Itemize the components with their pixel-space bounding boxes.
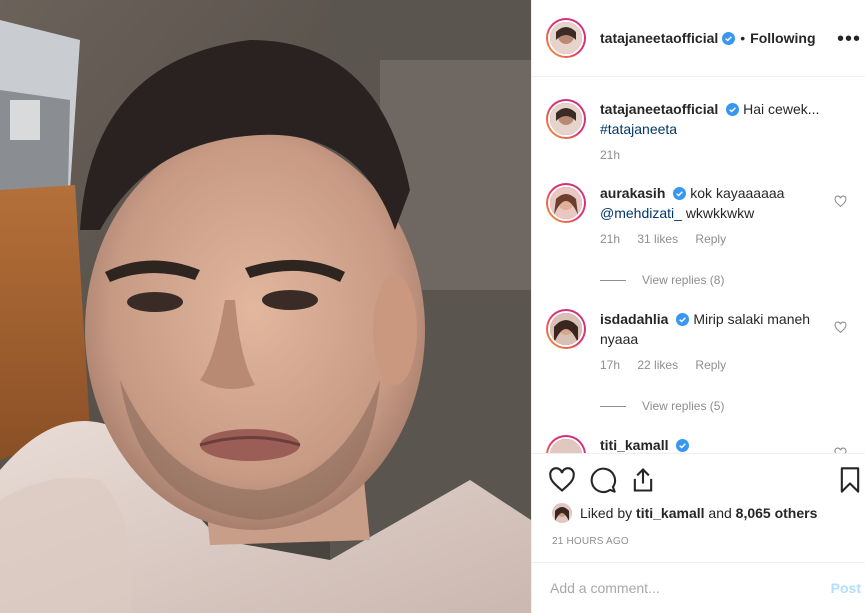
liked-by-and: and <box>708 505 732 521</box>
comment-item: isdadahlia Mirip salaki maneh nyaaa 17h … <box>546 309 851 375</box>
caption: tatajaneetaofficial Hai cewek... #tataja… <box>546 99 851 165</box>
reply-button[interactable]: Reply <box>695 232 726 246</box>
share-icon[interactable] <box>629 466 657 494</box>
liked-by-user[interactable]: titi_kamall <box>636 505 704 521</box>
comment-time[interactable]: 21h <box>600 232 620 246</box>
view-replies-2[interactable]: View replies (5) <box>600 399 724 413</box>
comment-mention[interactable]: @mehdizati_ <box>600 205 682 221</box>
author-avatar[interactable] <box>546 18 586 58</box>
verified-icon <box>676 439 690 452</box>
bookmark-icon[interactable] <box>836 466 864 494</box>
like-heart-icon[interactable] <box>548 466 576 494</box>
liked-by-others[interactable]: 8,065 others <box>736 505 818 521</box>
post-photo[interactable] <box>0 0 531 613</box>
comment-text-2: wkwkkwkw <box>685 205 755 221</box>
view-replies-1[interactable]: View replies (8) <box>600 273 724 287</box>
verified-icon <box>722 31 736 45</box>
commenter-username[interactable]: isdadahlia <box>600 311 668 327</box>
liked-by-prefix: Liked by <box>580 505 633 521</box>
reply-button[interactable]: Reply <box>695 358 726 372</box>
post-timestamp[interactable]: 21 HOURS AGO <box>552 536 629 547</box>
comment-text: kok kayaaaaaa <box>690 185 785 201</box>
commenter-username[interactable]: titi_kamall <box>600 437 668 453</box>
commenter-avatar[interactable] <box>546 435 586 453</box>
caption-text: Hai cewek... <box>743 101 820 117</box>
liker-avatar[interactable] <box>552 503 572 523</box>
likes-summary: Liked by titi_kamall and 8,065 others <box>552 503 817 523</box>
caption-username[interactable]: tatajaneetaofficial <box>600 101 718 117</box>
replies-divider <box>600 405 626 407</box>
comment-input[interactable]: Add a comment... <box>550 580 660 596</box>
view-replies-label[interactable]: View replies (5) <box>642 399 724 413</box>
following-button[interactable]: Following <box>750 30 815 46</box>
comments-list[interactable]: tatajaneetaofficial Hai cewek... #tataja… <box>532 77 865 454</box>
commenter-avatar[interactable] <box>546 309 586 349</box>
add-comment-bar: Add a comment... Post <box>532 562 865 613</box>
comment-item: aurakasih kok kayaaaaaa @mehdizati_ wkwk… <box>546 183 851 249</box>
caption-avatar[interactable] <box>546 99 586 139</box>
commenter-avatar[interactable] <box>546 183 586 223</box>
comment-item: titi_kamall <box>546 435 851 454</box>
post-side-panel: tatajaneetaofficial • Following ••• tata… <box>531 0 865 613</box>
commenter-username[interactable]: aurakasih <box>600 185 665 201</box>
comment-likes[interactable]: 22 likes <box>637 358 678 372</box>
heart-icon[interactable] <box>834 321 847 334</box>
more-icon[interactable]: ••• <box>837 28 861 51</box>
author-username[interactable]: tatajaneetaofficial <box>600 30 718 46</box>
verified-icon <box>676 313 690 326</box>
post-modal: tatajaneetaofficial • Following ••• tata… <box>0 0 865 613</box>
post-header: tatajaneetaofficial • Following ••• <box>532 0 865 77</box>
caption-time[interactable]: 21h <box>600 148 620 162</box>
selfie-image <box>0 0 531 613</box>
view-replies-label[interactable]: View replies (8) <box>642 273 724 287</box>
action-bar <box>548 462 865 502</box>
heart-icon[interactable] <box>834 447 847 454</box>
comment-likes[interactable]: 31 likes <box>637 232 678 246</box>
comment-icon[interactable] <box>589 466 617 494</box>
verified-icon <box>726 103 740 116</box>
replies-divider <box>600 279 626 281</box>
post-button[interactable]: Post <box>831 580 861 596</box>
verified-icon <box>673 187 687 200</box>
separator-dot: • <box>740 30 746 46</box>
caption-hashtag[interactable]: #tatajaneeta <box>600 121 677 137</box>
heart-icon[interactable] <box>834 195 847 208</box>
comment-time[interactable]: 17h <box>600 358 620 372</box>
